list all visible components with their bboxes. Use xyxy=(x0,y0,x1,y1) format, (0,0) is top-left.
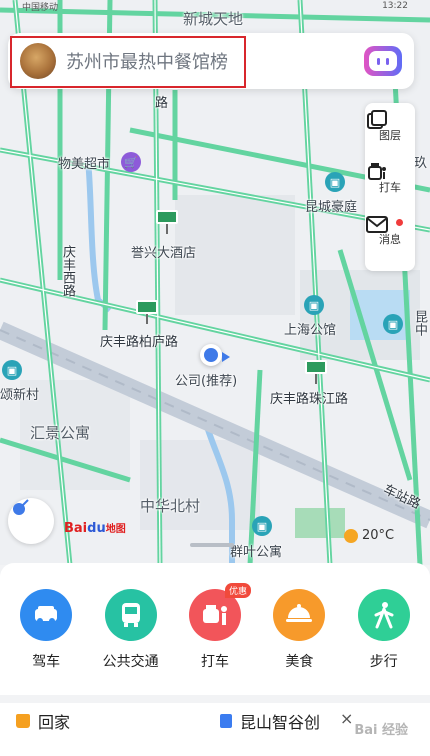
map-label-huijing[interactable]: 汇景公寓 xyxy=(30,422,90,443)
shortcut-drive[interactable]: 驾车 xyxy=(6,589,86,671)
map-label-qingfeng-bailu[interactable]: 庆丰路柏庐路 xyxy=(100,331,178,350)
map-label-qunye[interactable]: 群叶公寓 xyxy=(230,541,282,560)
close-icon[interactable]: × xyxy=(340,709,353,728)
map-label-kunchenghaoting[interactable]: 昆城豪庭 xyxy=(305,196,357,215)
bus-icon xyxy=(104,589,157,641)
bottom-panel: 驾车 公共交通 优惠 打车 美食 步行 回家 昆山智谷创 × Bai 经验 xyxy=(0,563,430,756)
shortcut-walk-label: 步行 xyxy=(369,654,398,670)
taxi-icon xyxy=(368,163,386,180)
map-label-company[interactable]: 公司(推荐) xyxy=(175,370,237,389)
shortcut-transit[interactable]: 公共交通 xyxy=(91,589,171,671)
map-label-yuxing-hotel[interactable]: 誉兴大酒店 xyxy=(131,242,196,261)
building-icon[interactable]: ▣ xyxy=(252,516,272,536)
side-toolbar: 图层 打车 消息 xyxy=(365,103,415,271)
map-label-wumei[interactable]: 物美超市 xyxy=(58,153,110,172)
shortcut-food-label: 美食 xyxy=(285,654,314,670)
shortcut-walk[interactable]: 步行 xyxy=(344,589,424,671)
building-icon xyxy=(220,714,233,728)
building-icon[interactable]: ▣ xyxy=(2,360,22,380)
home-shortcut[interactable]: 回家 xyxy=(16,709,70,733)
weather-widget[interactable]: 20°C xyxy=(344,528,394,543)
company-shortcut[interactable]: 昆山智谷创 xyxy=(220,709,320,733)
bus-stop-icon[interactable] xyxy=(136,300,158,324)
map-label-xincheng[interactable]: 新城天地 xyxy=(183,8,243,29)
map-label-qingfeng-zhujiang[interactable]: 庆丰路珠江路 xyxy=(270,388,348,407)
map-view[interactable]: 中国移动 13:22 新城天地 路 物美超市 🛒 ▣ 昆城豪庭 誉兴大酒店 庆丰… xyxy=(0,0,430,565)
shortcut-row: 驾车 公共交通 优惠 打车 美食 步行 xyxy=(0,563,430,671)
weather-temp: 20°C xyxy=(362,528,395,543)
layers-button[interactable]: 图层 xyxy=(365,109,415,161)
map-label-jiu-partial: 玖 xyxy=(414,156,428,171)
map-label-qingfeng-xilu: 庆丰西路 xyxy=(60,245,75,297)
search-bar[interactable]: 苏州市最热中餐馆榜 xyxy=(8,33,414,89)
voice-assistant-icon[interactable] xyxy=(364,46,402,76)
taxi-button[interactable]: 打车 xyxy=(365,161,415,213)
bus-stop-icon[interactable] xyxy=(156,210,178,234)
user-avatar[interactable] xyxy=(20,43,56,79)
building-icon[interactable]: ▣ xyxy=(325,172,345,192)
shortcut-drive-label: 驾车 xyxy=(32,654,61,670)
compass-button[interactable] xyxy=(8,498,54,544)
map-label-road: 路 xyxy=(155,96,169,111)
carrier-label: 中国移动 xyxy=(22,2,59,13)
home-label: 回家 xyxy=(38,713,71,732)
map-label-xinxin-cun[interactable]: 颂新村 xyxy=(0,384,39,403)
car-icon xyxy=(20,589,73,641)
map-label-zhonghua-beicun[interactable]: 中华北村 xyxy=(140,495,200,516)
map-label-kun-partial: 昆中 xyxy=(412,310,427,336)
watermark: Bai 经验 xyxy=(354,723,408,738)
clock: 13:22 xyxy=(382,1,408,11)
company-label: 昆山智谷创 xyxy=(240,713,321,732)
section-divider xyxy=(0,695,430,703)
shortcut-taxi[interactable]: 优惠 打车 xyxy=(175,583,255,671)
shopping-cart-icon[interactable]: 🛒 xyxy=(121,152,141,172)
compass-icon xyxy=(13,499,29,515)
shortcut-food[interactable]: 美食 xyxy=(259,589,339,671)
map-label-shanghai-gongguan[interactable]: 上海公馆 xyxy=(284,319,336,338)
baidu-map-logo: Baidu地图 xyxy=(64,521,126,536)
bus-stop-icon[interactable] xyxy=(305,360,327,384)
building-icon[interactable]: ▣ xyxy=(304,295,324,315)
partly-sunny-icon xyxy=(344,528,358,543)
walk-icon xyxy=(357,589,410,641)
messages-button[interactable]: 消息 xyxy=(365,213,415,265)
layers-icon xyxy=(367,110,387,129)
home-icon xyxy=(16,714,30,728)
shortcut-taxi-label: 打车 xyxy=(200,654,229,670)
promo-badge: 优惠 xyxy=(224,583,251,598)
food-dish-icon xyxy=(273,589,326,641)
search-input[interactable]: 苏州市最热中餐馆榜 xyxy=(66,48,364,74)
shortcut-transit-label: 公共交通 xyxy=(102,654,159,670)
current-location-marker[interactable] xyxy=(200,344,230,366)
panel-drag-handle[interactable] xyxy=(190,543,234,547)
building-icon[interactable]: ▣ xyxy=(383,314,403,334)
notification-dot xyxy=(396,219,403,226)
mail-icon xyxy=(366,216,388,233)
